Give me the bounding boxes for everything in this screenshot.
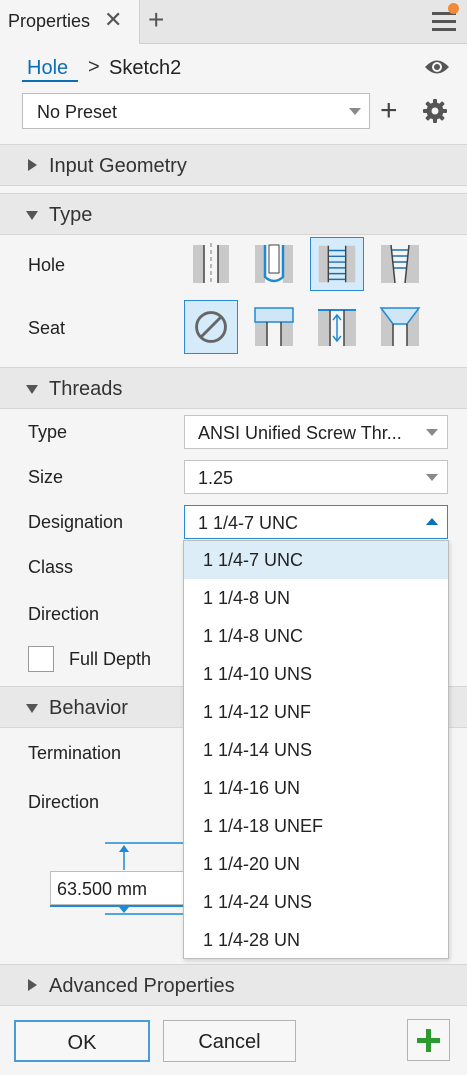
ok-button-label: OK (67, 1032, 97, 1054)
clearance-hole-button[interactable] (247, 237, 301, 291)
option-label: 1 1/4-8 UNC (203, 626, 304, 646)
section-title: Threads (49, 378, 123, 400)
none-seat-icon (195, 311, 227, 343)
expand-icon (28, 979, 37, 991)
section-input-geometry[interactable]: Input Geometry (0, 144, 467, 186)
option-label: 1 1/4-20 UN (203, 854, 301, 874)
chevron-down-icon (426, 474, 438, 481)
spotface-icon (318, 309, 356, 346)
notification-badge (448, 3, 459, 14)
option-label: 1 1/4-12 UNF (203, 702, 312, 722)
dropdown-option[interactable]: 1 1/4-10 UNS (184, 655, 448, 693)
breadcrumb-underline (22, 80, 78, 82)
designation-dropdown-list: 1 1/4-7 UNC 1 1/4-8 UN 1 1/4-8 UNC 1 1/4… (183, 540, 449, 959)
ok-button[interactable]: OK (14, 1020, 150, 1062)
dropdown-option[interactable]: 1 1/4-16 UN (184, 769, 448, 807)
thread-type-value: ANSI Unified Screw Thr... (198, 423, 402, 443)
dropdown-option[interactable]: 1 1/4-14 UNS (184, 731, 448, 769)
breadcrumb-feature-link[interactable]: Hole (27, 57, 68, 80)
breadcrumb-separator: > (88, 56, 100, 78)
chevron-down-icon (426, 429, 438, 436)
option-label: 1 1/4-8 UN (203, 588, 291, 608)
close-icon[interactable]: ✕ (104, 8, 122, 32)
simple-hole-button[interactable] (184, 237, 238, 291)
countersink-button[interactable] (373, 300, 427, 354)
none-seat-button[interactable] (184, 300, 238, 354)
counterbore-icon (254, 307, 294, 346)
expand-icon (28, 159, 37, 171)
section-title: Input Geometry (49, 155, 187, 177)
dropdown-option[interactable]: 1 1/4-20 UN (184, 845, 448, 883)
thread-type-label: Type (28, 422, 68, 442)
thread-size-label: Size (28, 467, 64, 487)
option-label: 1 1/4-28 UN (203, 930, 301, 950)
section-type[interactable]: Type (0, 193, 467, 235)
option-label: 1 1/4-7 UNC (203, 550, 304, 570)
option-label: 1 1/4-18 UNEF (203, 816, 324, 836)
gear-icon[interactable] (423, 99, 447, 123)
section-threads[interactable]: Threads (0, 367, 467, 409)
option-label: 1 1/4-24 UNS (203, 892, 313, 912)
green-plus-icon-stroke (426, 1029, 431, 1052)
option-label: 1 1/4-14 UNS (203, 740, 313, 760)
dropdown-option[interactable]: 1 1/4-7 UNC (184, 541, 448, 579)
counterbore-button[interactable] (247, 300, 301, 354)
section-advanced-properties[interactable]: Advanced Properties (0, 964, 467, 1006)
section-title: Advanced Properties (49, 975, 235, 997)
section-title: Behavior (49, 697, 128, 719)
tapped-hole-button[interactable] (310, 237, 364, 291)
full-depth-label: Full Depth (69, 649, 152, 669)
thread-class-label: Class (28, 557, 74, 577)
designation-label: Designation (28, 512, 124, 532)
full-depth-checkbox[interactable] (28, 646, 54, 672)
dropdown-option[interactable]: 1 1/4-28 UN (184, 921, 448, 959)
option-label: 1 1/4-16 UN (203, 778, 301, 798)
tab-properties[interactable]: Properties ✕ (0, 0, 140, 44)
tab-title: Properties (8, 11, 91, 31)
behavior-direction-label: Direction (28, 792, 100, 812)
cancel-button-label: Cancel (198, 1031, 261, 1053)
option-label: 1 1/4-10 UNS (203, 664, 313, 684)
chevron-up-icon (426, 518, 438, 525)
taper-tapped-hole-button[interactable] (373, 237, 427, 291)
thread-type-select[interactable]: ANSI Unified Screw Thr... (184, 415, 448, 449)
section-title: Type (49, 204, 93, 226)
preset-value: No Preset (37, 102, 118, 122)
dropdown-option[interactable]: 1 1/4-8 UNC (184, 617, 448, 655)
simple-hole-icon (193, 243, 229, 285)
depth-value: 63.500 mm (57, 879, 148, 899)
dropdown-option[interactable]: 1 1/4-24 UNS (184, 883, 448, 921)
cancel-button[interactable]: Cancel (163, 1020, 296, 1062)
eye-icon[interactable] (424, 58, 450, 76)
seat-type-label: Seat (28, 318, 66, 338)
designation-select[interactable]: 1 1/4-7 UNC (184, 505, 448, 539)
collapse-icon (26, 385, 38, 394)
countersink-icon (379, 307, 421, 346)
collapse-icon (26, 704, 38, 713)
breadcrumb-sketch[interactable]: Sketch2 (109, 57, 181, 80)
spotface-button[interactable] (310, 300, 364, 354)
thread-direction-label: Direction (28, 604, 100, 624)
taper-tapped-hole-icon (381, 244, 419, 284)
tapped-hole-icon (318, 245, 356, 283)
plus-icon[interactable]: + (148, 5, 164, 35)
clearance-hole-icon (255, 244, 293, 283)
dropdown-option[interactable]: 1 1/4-12 UNF (184, 693, 448, 731)
depth-input[interactable]: 63.500 mm (50, 871, 190, 905)
collapse-icon (26, 211, 38, 220)
chevron-down-icon (349, 108, 361, 115)
designation-value: 1 1/4-7 UNC (198, 513, 299, 533)
add-preset-icon[interactable]: + (380, 95, 398, 127)
thread-size-select[interactable]: 1.25 (184, 460, 448, 494)
dropdown-option[interactable]: 1 1/4-18 UNEF (184, 807, 448, 845)
apply-button[interactable] (407, 1019, 450, 1061)
dropdown-option[interactable]: 1 1/4-8 UN (184, 579, 448, 617)
preset-select[interactable]: No Preset (22, 93, 370, 129)
hole-type-label: Hole (28, 255, 66, 275)
termination-label: Termination (28, 743, 122, 763)
thread-size-value: 1.25 (198, 468, 234, 488)
